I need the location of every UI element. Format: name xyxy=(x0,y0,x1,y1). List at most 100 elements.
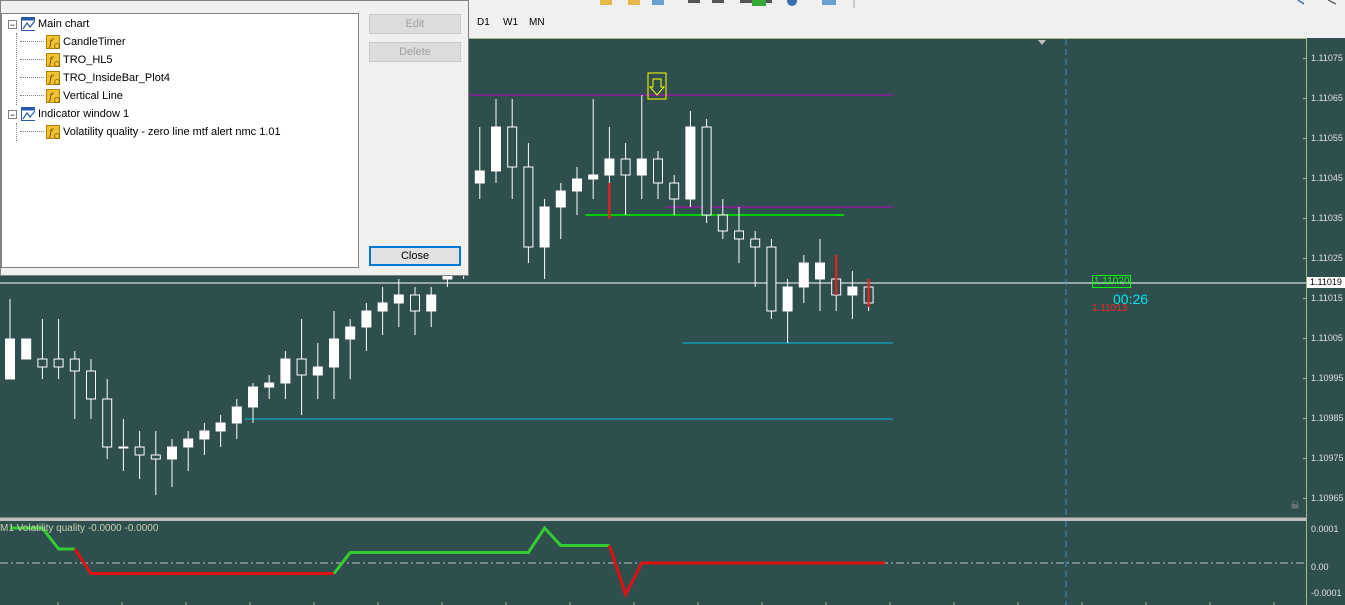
candle-body xyxy=(280,358,291,384)
indicator-line xyxy=(607,545,885,599)
candle-body xyxy=(86,370,96,400)
candle-body xyxy=(248,386,258,408)
candle-body xyxy=(296,358,307,376)
refresh-icon[interactable] xyxy=(787,0,797,6)
candle-body xyxy=(118,446,129,449)
indicator-function-icon: f xyxy=(46,53,60,68)
candle-body xyxy=(717,214,728,232)
indicators-dialog[interactable]: − Main chart f CandleTimer f TRO_HL5 f TRO_Insi… xyxy=(0,0,469,276)
candle-body xyxy=(669,182,680,200)
chart-window-icon xyxy=(21,107,35,122)
tree-node-indicator[interactable]: f Vertical Line xyxy=(20,87,123,105)
screenshot-icon[interactable] xyxy=(822,0,836,5)
candle-body xyxy=(345,326,356,340)
tree-connector xyxy=(20,95,44,96)
price-axis-tick xyxy=(1303,218,1307,219)
candle-body xyxy=(491,126,501,172)
candle-body xyxy=(53,358,64,368)
tree-node-label: Indicator window 1 xyxy=(38,108,130,120)
timeframe-w1-button[interactable]: W1 xyxy=(500,16,521,30)
price-axis-label: 1.11015 xyxy=(1311,293,1343,303)
price-axis-tick xyxy=(1303,458,1307,459)
candle-body xyxy=(37,358,48,368)
candle-body xyxy=(539,206,550,248)
price-axis-tick xyxy=(1303,58,1307,59)
candle-body xyxy=(750,238,761,248)
candle-body xyxy=(312,366,323,376)
price-axis-tick xyxy=(1303,378,1307,379)
tree-connector xyxy=(20,59,44,60)
tree-node-label: TRO_HL5 xyxy=(63,54,113,66)
tree-connector xyxy=(20,77,44,78)
indicator-tree[interactable]: − Main chart f CandleTimer f TRO_HL5 f TRO_Insi… xyxy=(1,13,359,268)
indicator-chart[interactable] xyxy=(0,521,1306,605)
candle-body xyxy=(604,158,615,176)
tree-node-label: Volatility quality - zero line mtf alert… xyxy=(63,126,281,138)
candle-body xyxy=(588,174,599,180)
candle-body xyxy=(782,286,793,312)
pencil-icon[interactable] xyxy=(628,0,640,5)
down-arrow-icon xyxy=(648,78,666,96)
indicator-function-icon: f xyxy=(46,125,60,140)
candle-body xyxy=(361,310,372,328)
indicator-subwindow[interactable]: M1 Volatility quality -0.0000 -0.0000 xyxy=(0,521,1306,605)
indicator-function-icon: f xyxy=(46,89,60,104)
price-axis-tick xyxy=(1303,258,1307,259)
candle-body xyxy=(507,126,518,168)
arrow-icon[interactable] xyxy=(1297,0,1305,5)
tree-node-window[interactable]: − Indicator window 1 xyxy=(8,105,129,123)
collapse-icon[interactable]: − xyxy=(8,109,17,119)
price-axis-tick xyxy=(1303,418,1307,419)
candle-body xyxy=(377,302,388,312)
price-axis[interactable]: 1.11075 1.11065 1.11055 1.11045 1.11035 1.110… xyxy=(1303,38,1345,605)
candle-body xyxy=(474,170,485,184)
price-axis-tick xyxy=(1303,298,1307,299)
template-icon[interactable] xyxy=(652,0,664,5)
tree-node-window[interactable]: − Main chart xyxy=(8,15,89,33)
sub-axis-label-low: -0.0001 xyxy=(1311,588,1342,598)
chart-shift-icon[interactable] xyxy=(740,0,752,3)
tree-node-indicator[interactable]: f TRO_InsideBar_Plot4 xyxy=(20,69,170,87)
timeframe-d1-button[interactable]: D1 xyxy=(474,16,493,30)
candle-body xyxy=(199,430,210,440)
candle-body xyxy=(766,246,777,312)
price-axis-label: 1.11025 xyxy=(1311,253,1343,263)
edit-icon[interactable] xyxy=(600,0,612,5)
subwindow-label: M1 Volatility quality -0.0000 -0.0000 xyxy=(0,523,159,534)
candle-body xyxy=(231,406,242,424)
price-axis-label: 1.10965 xyxy=(1311,493,1344,503)
zoom-in-icon[interactable] xyxy=(688,0,700,3)
price-axis-label: 1.10995 xyxy=(1311,373,1344,383)
skull-icon: ☠ xyxy=(1290,499,1300,512)
candle-body xyxy=(620,158,631,176)
delete-button[interactable]: Delete xyxy=(369,42,461,62)
edit-button[interactable]: Edit xyxy=(369,14,461,34)
add-icon[interactable] xyxy=(752,0,766,6)
close-button[interactable]: Close xyxy=(369,246,461,266)
tree-node-indicator[interactable]: f Volatility quality - zero line mtf aler… xyxy=(20,123,281,141)
price-axis-label: 1.11065 xyxy=(1311,93,1343,103)
candle-body xyxy=(798,262,809,288)
indicator-function-icon: f xyxy=(46,71,60,86)
zoom-out-icon[interactable] xyxy=(712,0,724,3)
collapse-icon[interactable]: − xyxy=(8,19,17,29)
price-axis-tick xyxy=(1303,98,1307,99)
candle-body xyxy=(215,422,226,432)
price-axis-tick xyxy=(1303,178,1307,179)
tree-node-label: TRO_InsideBar_Plot4 xyxy=(63,72,170,84)
indicator-line xyxy=(73,548,334,575)
timeframe-mn-button[interactable]: MN xyxy=(526,16,548,30)
sub-axis-label-zero: 0.00 xyxy=(1311,562,1329,572)
tree-node-label: CandleTimer xyxy=(63,36,126,48)
price-axis-label: 1.10985 xyxy=(1311,413,1344,423)
tree-node-label: Vertical Line xyxy=(63,90,123,102)
tree-node-indicator[interactable]: f CandleTimer xyxy=(20,33,126,51)
candle-body xyxy=(329,338,339,368)
tree-node-indicator[interactable]: f TRO_HL5 xyxy=(20,51,113,69)
cursor-icon[interactable] xyxy=(1327,0,1337,5)
price-axis-tick xyxy=(1303,338,1307,339)
tree-connector xyxy=(20,131,44,132)
sub-axis-label-high: 0.0001 xyxy=(1311,524,1339,534)
tree-node-label: Main chart xyxy=(38,18,90,30)
candle-body xyxy=(150,454,161,460)
